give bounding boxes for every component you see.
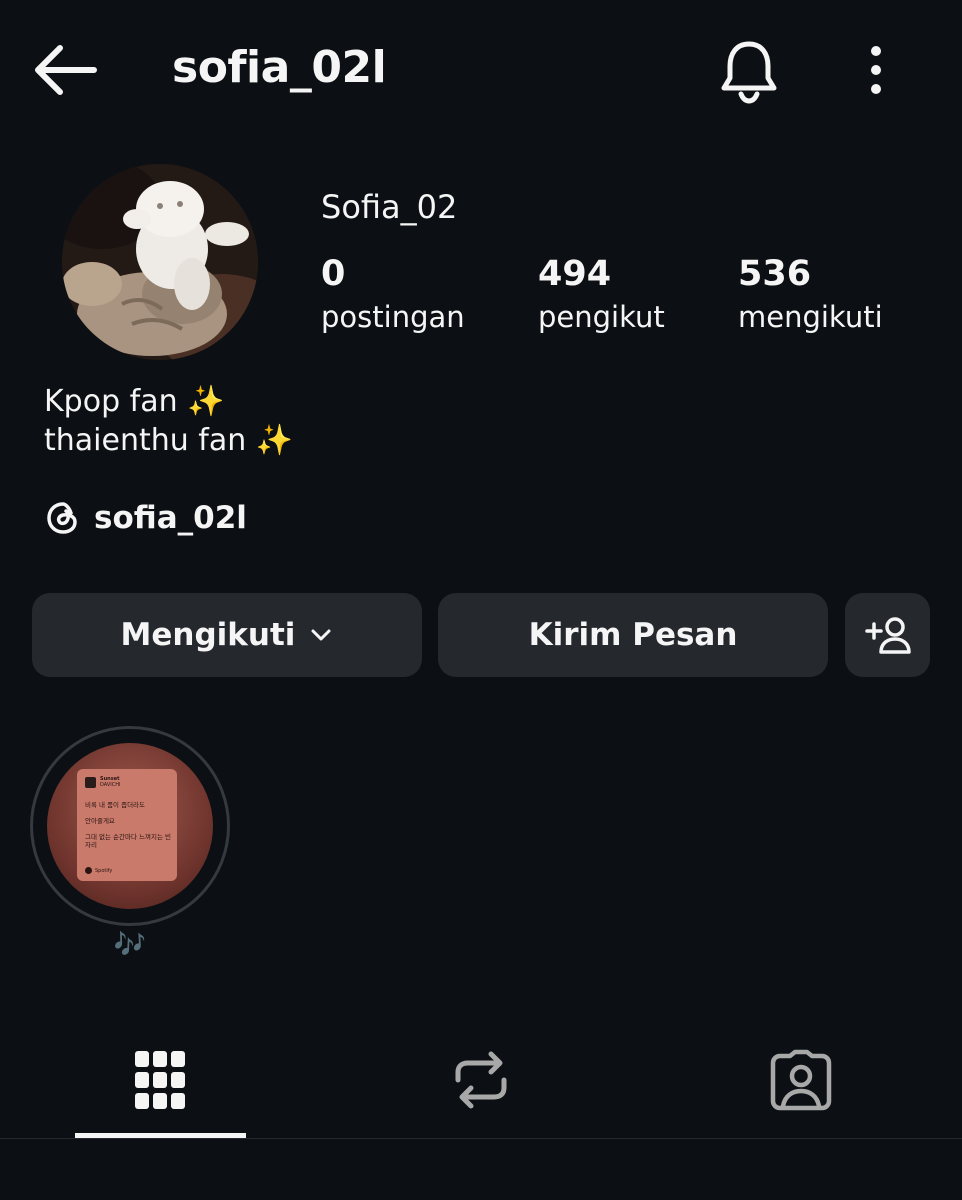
following-button-label: Mengikuti <box>120 617 296 653</box>
followers-count-value: 494 <box>538 254 612 294</box>
song-artist: DAVICHI <box>100 782 121 788</box>
album-cover-icon <box>85 776 96 788</box>
more-vertical-icon <box>871 46 881 94</box>
header-username: sofia_02l <box>172 42 387 93</box>
posts-count-label: postingan <box>321 300 465 334</box>
bio-line-2: thaienthu fan ✨ <box>44 423 294 458</box>
lyric-line-2: 안아줄게요 <box>85 817 115 825</box>
bell-icon <box>721 41 777 104</box>
message-button-label: Kirim Pesan <box>528 617 738 653</box>
lyric-card: Sunset DAVICHI 비록 내 품이 좁더라도 안아줄게요 그대 없는 … <box>77 769 177 881</box>
spotify-badge: Spotify <box>85 867 112 874</box>
suggest-people-button[interactable] <box>845 593 930 677</box>
display-name: Sofia_02 <box>321 188 458 226</box>
following-count-label: mengikuti <box>738 300 883 334</box>
tab-reposts[interactable] <box>396 1030 566 1130</box>
posts-count-value: 0 <box>321 254 346 294</box>
following-count-value: 536 <box>738 254 812 294</box>
chevron-down-icon <box>311 629 331 641</box>
following-count[interactable]: 536 mengikuti <box>738 252 883 338</box>
tab-posts[interactable] <box>75 1030 245 1130</box>
highlight-cover: Sunset DAVICHI 비록 내 품이 좁더라도 안아줄게요 그대 없는 … <box>47 743 213 909</box>
followers-count[interactable]: 494 pengikut <box>538 252 665 338</box>
profile-avatar[interactable] <box>62 164 258 360</box>
bio-line-1: Kpop fan ✨ <box>44 384 225 419</box>
following-button[interactable]: Mengikuti <box>32 593 422 677</box>
tagged-person-icon <box>770 1049 832 1111</box>
repost-icon <box>455 1051 507 1109</box>
threads-handle: sofia_02l <box>94 500 247 536</box>
tab-tagged[interactable] <box>716 1030 886 1130</box>
followers-count-label: pengikut <box>538 300 665 334</box>
story-highlight[interactable]: Sunset DAVICHI 비록 내 품이 좁더라도 안아줄게요 그대 없는 … <box>30 726 230 926</box>
posts-count[interactable]: 0 postingan <box>321 252 465 338</box>
notification-button[interactable] <box>716 36 782 106</box>
cat-photo-avatar <box>62 164 258 360</box>
spotify-label: Spotify <box>95 867 113 874</box>
threads-icon <box>47 502 77 534</box>
highlight-label: 🎶 <box>113 930 147 960</box>
threads-link[interactable]: sofia_02l <box>44 496 247 540</box>
spotify-icon <box>85 867 92 874</box>
arrow-left-icon <box>35 45 97 95</box>
message-button[interactable]: Kirim Pesan <box>438 593 828 677</box>
back-button[interactable] <box>28 38 100 102</box>
lyric-line-3: 그대 없는 순간마다 느껴지는 빈자리 <box>85 833 172 849</box>
tab-divider <box>0 1138 962 1139</box>
lyric-line-1: 비록 내 품이 좁더라도 <box>85 801 146 809</box>
more-options-button[interactable] <box>852 40 900 100</box>
grid-icon <box>135 1051 185 1109</box>
add-person-icon <box>864 617 911 654</box>
